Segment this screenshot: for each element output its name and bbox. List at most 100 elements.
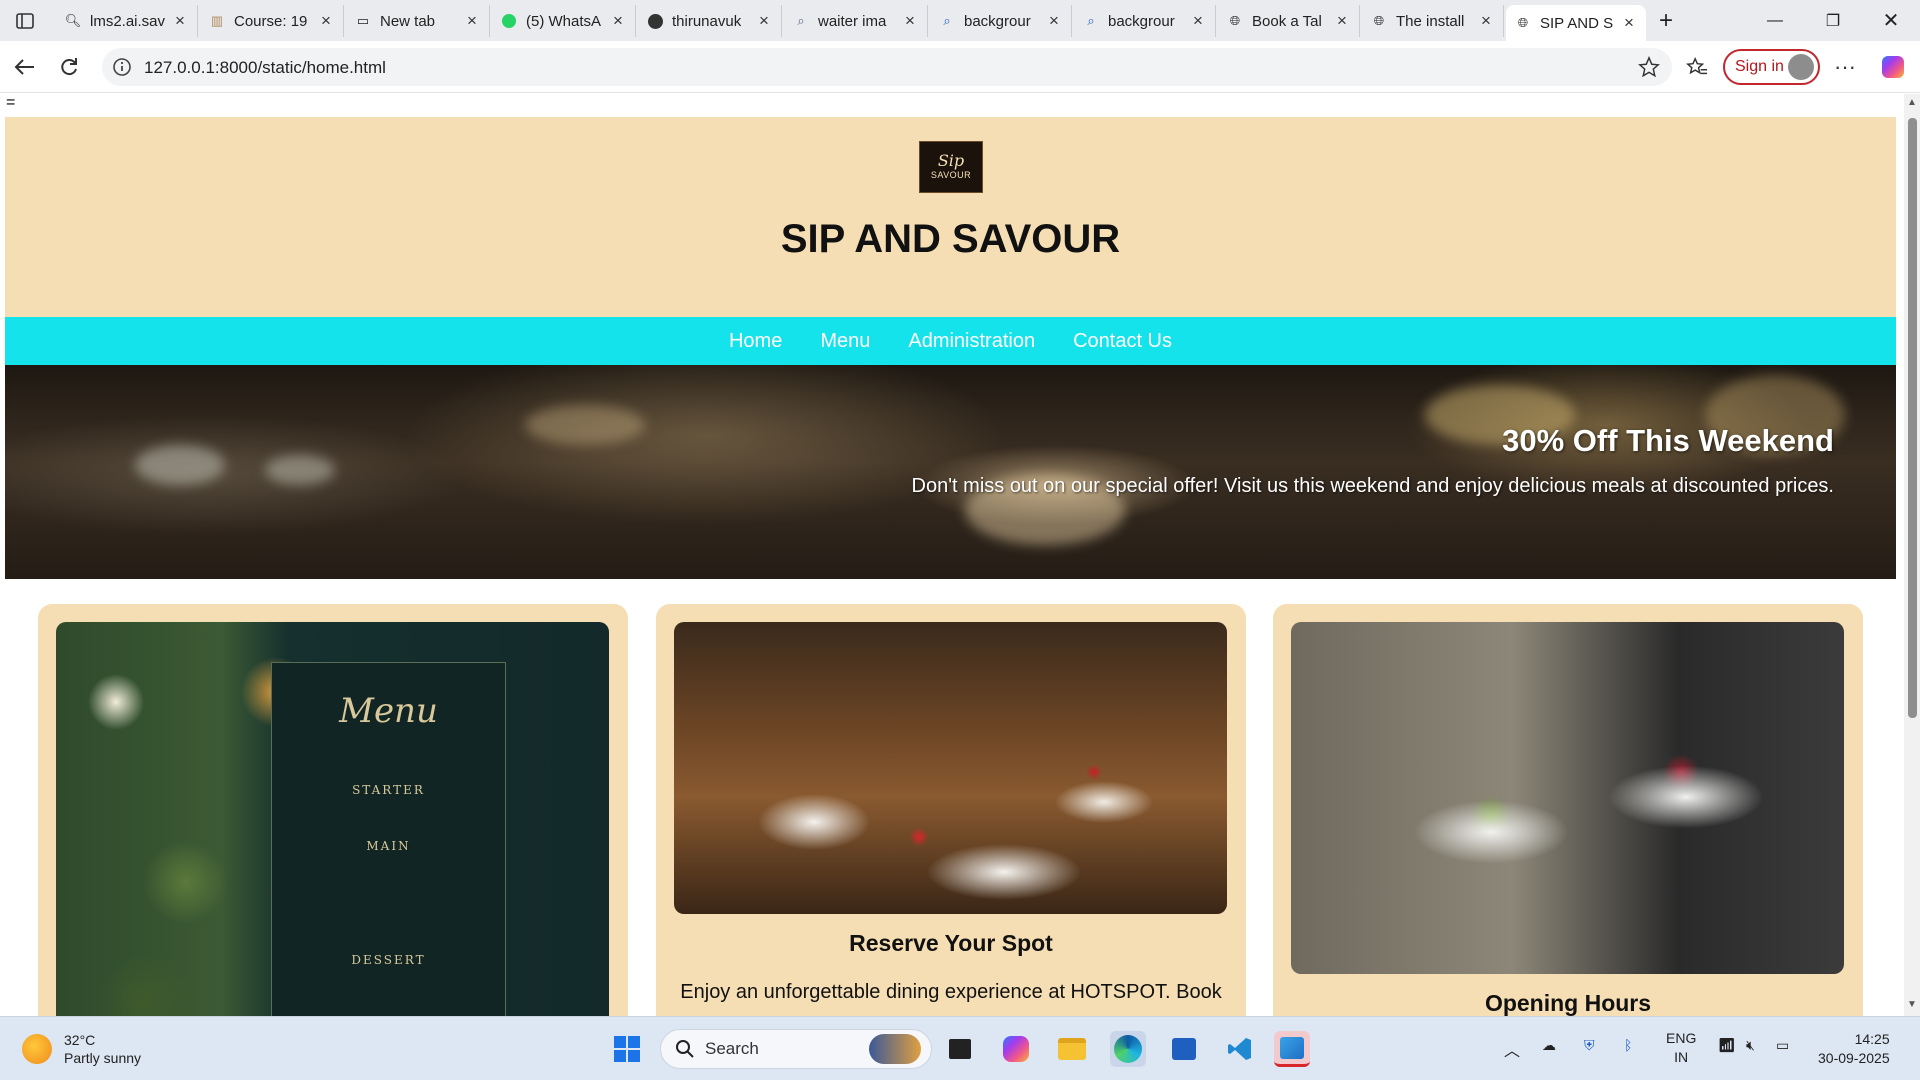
close-icon[interactable]: × (171, 11, 189, 31)
promo-title: 30% Off This Weekend (1502, 423, 1834, 458)
tab-label: backgrour (964, 12, 1031, 30)
copilot-taskbar-icon[interactable] (998, 1031, 1034, 1067)
close-icon[interactable]: × (1045, 11, 1063, 31)
new-tab-plus-icon[interactable]: + (1650, 5, 1682, 37)
language-code: ENG (1666, 1030, 1697, 1046)
bluetooth-icon[interactable]: ᛒ (1624, 1037, 1632, 1053)
security-shield-icon[interactable]: ⛨ (1584, 1037, 1595, 1054)
taskbar-search-label: Search (705, 1039, 759, 1058)
github-icon (646, 12, 664, 30)
tab-background-1[interactable]: ⌕ backgrour × (930, 5, 1072, 37)
globe-icon: 🌐︎ (1229, 13, 1241, 28)
profile-avatar-icon (1788, 54, 1814, 80)
ms-store-icon[interactable] (1166, 1031, 1202, 1067)
tab-the-install[interactable]: 🌐︎ The install × (1362, 5, 1504, 37)
wifi-icon[interactable]: 📶︎ (1718, 1037, 1736, 1054)
system-clock[interactable]: 14:25 30-09-2025 (1818, 1030, 1890, 1068)
search-icon: 🔍︎ (64, 13, 82, 28)
close-icon[interactable]: × (1189, 11, 1207, 31)
tab-label: (5) WhatsA (526, 12, 602, 30)
restore-icon[interactable]: ❐ (1804, 0, 1862, 41)
reload-icon[interactable] (52, 50, 86, 84)
minimize-icon[interactable]: — (1746, 0, 1804, 41)
weather-temp: 32°C (64, 1032, 96, 1048)
close-icon[interactable]: × (1620, 13, 1638, 33)
close-icon[interactable]: × (463, 11, 481, 31)
file-explorer-icon[interactable] (1054, 1031, 1090, 1067)
tab-github[interactable]: thirunavuk × (638, 5, 782, 37)
task-view-icon[interactable] (942, 1031, 978, 1067)
bookmark-star-icon[interactable] (1638, 55, 1660, 78)
logo-line-2: SAVOUR (930, 170, 972, 180)
bokeh-light (135, 445, 225, 485)
nav-menu-link[interactable]: Menu (820, 330, 870, 353)
vscode-icon[interactable] (1222, 1031, 1258, 1067)
scroll-up-arrow-icon[interactable]: ▲ (1907, 98, 1917, 108)
card-heading: Opening Hours (1484, 990, 1652, 1016)
waiter-image (1291, 622, 1844, 974)
favorites-icon[interactable] (1680, 50, 1714, 84)
tab-course[interactable]: ▥ Course: 19 × (200, 5, 344, 37)
photos-app-icon[interactable] (1274, 1031, 1310, 1067)
tab-sip-and-savour[interactable]: 🌐︎ SIP AND S × (1506, 5, 1646, 41)
tab-label: SIP AND S (1540, 14, 1614, 32)
close-icon[interactable]: × (317, 11, 335, 31)
browser-tab-strip: 🔍︎ lms2.ai.sav × ▥ Course: 19 × ▭ New ta… (0, 0, 1920, 41)
close-icon[interactable]: × (755, 11, 773, 31)
tab-whatsapp[interactable]: (5) WhatsA × (492, 5, 636, 37)
menu-image-section: MAIN (366, 839, 411, 853)
language-indicator[interactable]: ENG IN (1666, 1029, 1696, 1067)
close-icon[interactable]: × (1333, 11, 1351, 31)
tab-label: New tab (380, 12, 436, 30)
menu-card-image: Menu STARTER MAIN DESSERT (56, 622, 609, 1016)
sign-in-button[interactable]: Sign in (1723, 49, 1820, 85)
bokeh-light (525, 405, 645, 445)
tab-book-a-table[interactable]: 🌐︎ Book a Tal × (1218, 5, 1360, 37)
whatsapp-icon (500, 12, 518, 30)
show-hidden-icons-chevron-icon[interactable]: ︿ (1504, 1037, 1520, 1061)
nav-home-link[interactable]: Home (729, 330, 782, 353)
taskbar-search-box[interactable]: Search (660, 1029, 932, 1069)
start-windows-icon[interactable] (609, 1031, 645, 1067)
address-bar[interactable]: 127.0.0.1:8000/static/home.html (102, 48, 1672, 86)
tab-background-2[interactable]: ⌕ backgrour × (1074, 5, 1216, 37)
close-icon[interactable]: × (1477, 11, 1495, 31)
card-heading: Reserve Your Spot (849, 930, 1053, 956)
battery-icon[interactable]: ▭ (1776, 1037, 1789, 1054)
tab-actions-icon[interactable] (8, 6, 42, 36)
site-nav: Home Menu Administration Contact Us (5, 317, 1896, 365)
menu-image-section: DESSERT (351, 953, 426, 967)
newtab-icon: ▭ (356, 13, 370, 28)
page-scrollbar[interactable]: ▲ ▼ (1904, 94, 1920, 1016)
window-close-icon[interactable]: ✕ (1862, 0, 1920, 41)
more-options-icon[interactable]: ··· (1828, 50, 1862, 84)
copilot-icon[interactable] (1876, 50, 1910, 84)
nav-contact-us-link[interactable]: Contact Us (1073, 330, 1172, 353)
tab-waiter-image[interactable]: ⌕ waiter ima × (784, 5, 928, 37)
url-text[interactable]: 127.0.0.1:8000/static/home.html (144, 58, 386, 78)
region-code: IN (1674, 1049, 1689, 1065)
site-info-icon[interactable] (112, 57, 132, 77)
partly-sunny-icon (22, 1034, 52, 1064)
edge-browser-icon[interactable] (1110, 1031, 1146, 1067)
stray-text: = (6, 94, 16, 111)
scroll-down-arrow-icon[interactable]: ▼ (1907, 1000, 1917, 1010)
globe-icon: 🌐︎ (1517, 15, 1529, 30)
search-icon: ⌕ (1087, 13, 1095, 28)
tab-lms[interactable]: 🔍︎ lms2.ai.sav × (56, 5, 198, 37)
close-icon[interactable]: × (901, 11, 919, 31)
tab-new-tab[interactable]: ▭ New tab × (346, 5, 490, 37)
site-title: SIP AND SAVOUR (780, 217, 1121, 261)
back-arrow-icon[interactable] (8, 50, 42, 84)
scrollbar-thumb[interactable] (1908, 118, 1917, 718)
close-icon[interactable]: × (609, 11, 627, 31)
search-icon (675, 1039, 695, 1064)
onedrive-icon[interactable]: ☁ (1542, 1037, 1556, 1054)
search-icon: ⌕ (943, 13, 951, 28)
globe-icon: 🌐︎ (1373, 13, 1385, 28)
promo-text: Don't miss out on our special offer! Vis… (911, 475, 1834, 497)
nav-administration-link[interactable]: Administration (908, 330, 1035, 353)
speaker-muted-icon[interactable]: 🔇︎ (1746, 1037, 1755, 1054)
weather-widget[interactable]: 32°C Partly sunny (22, 1031, 141, 1067)
tab-label: The install (1396, 12, 1465, 30)
